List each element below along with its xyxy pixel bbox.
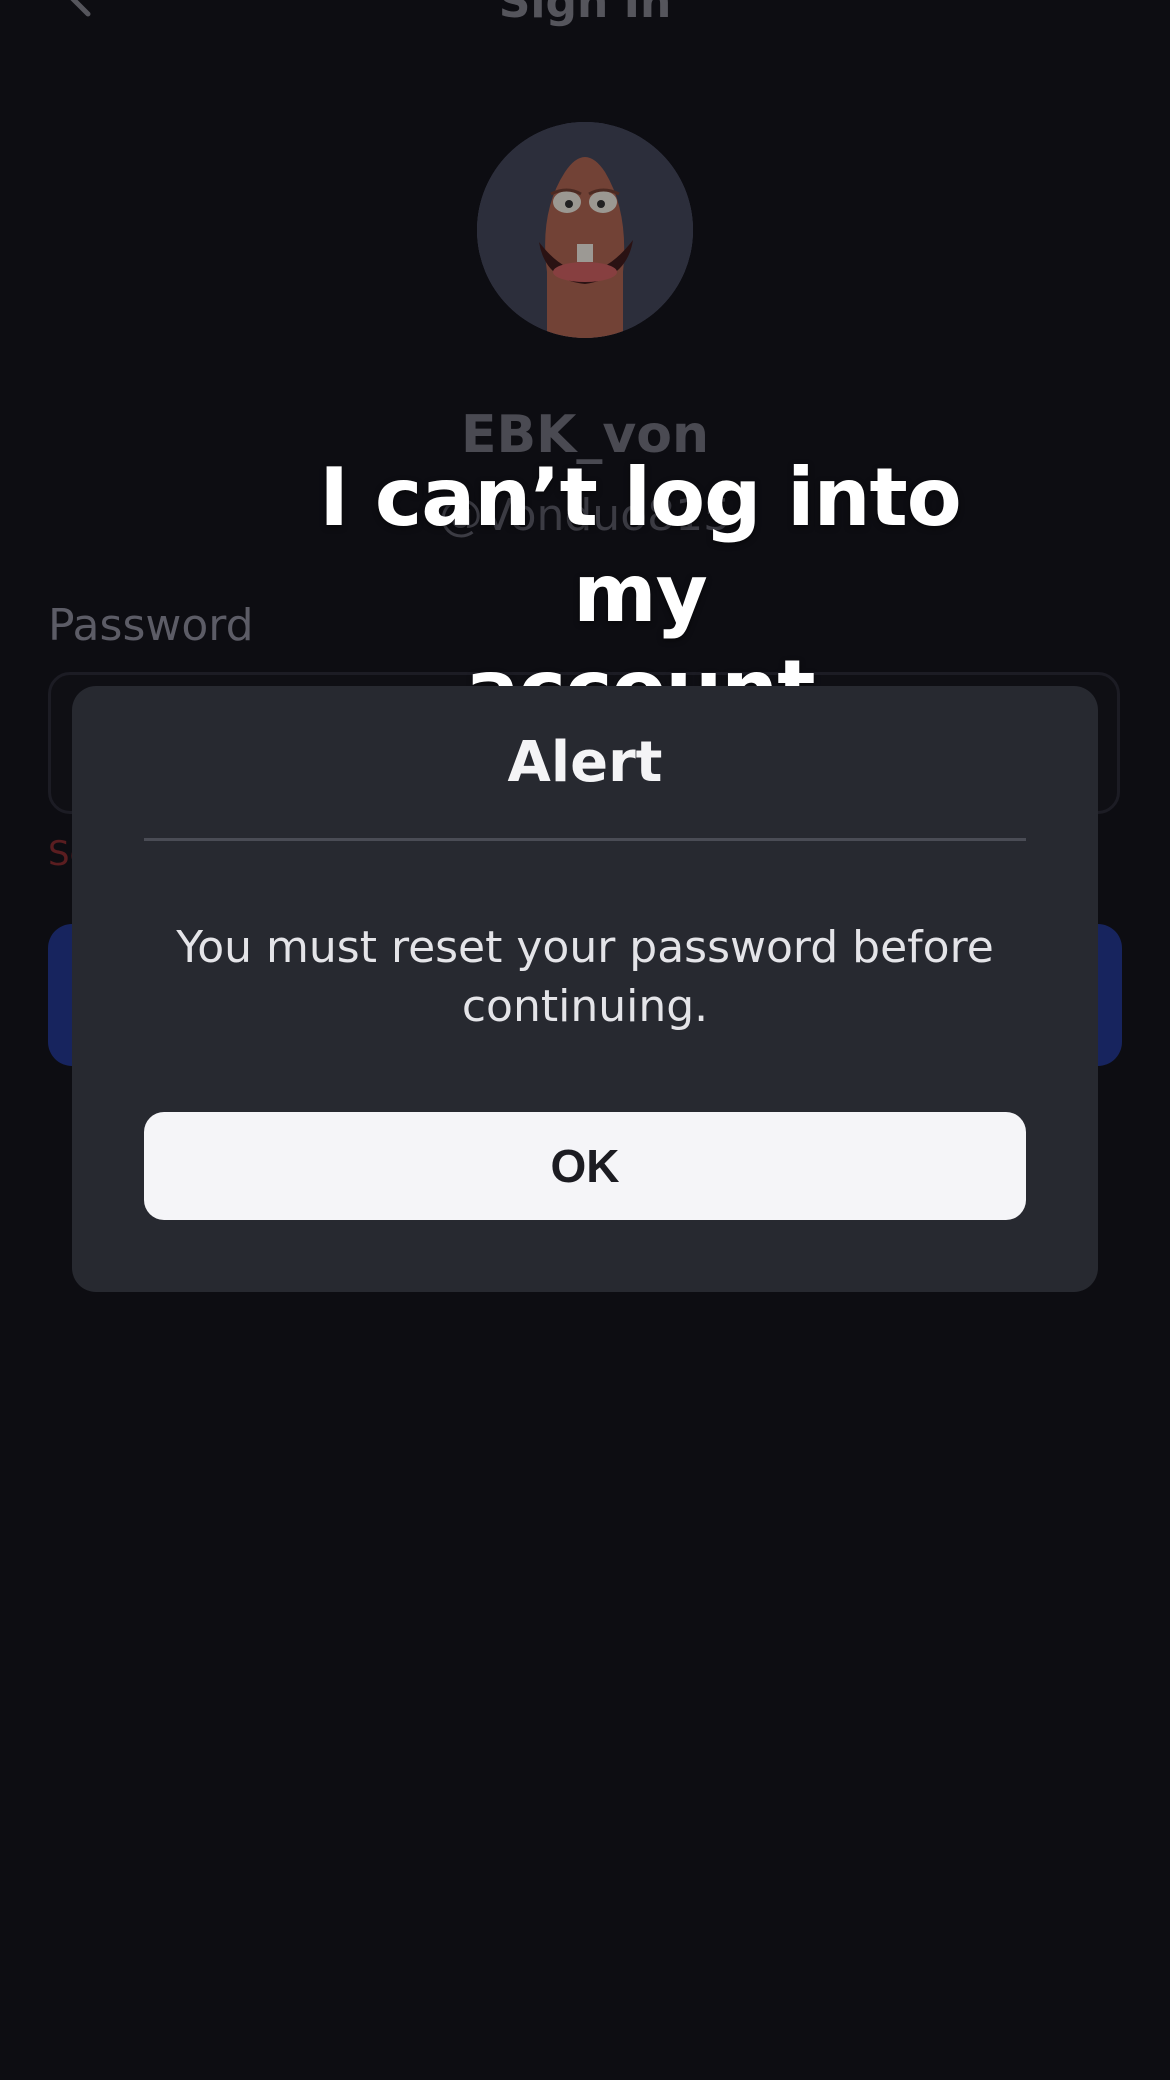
- caption-line-1: I can’t log into my: [319, 451, 962, 640]
- alert-dialog: Alert You must reset your password befor…: [72, 686, 1098, 1292]
- dialog-title: Alert: [507, 730, 663, 795]
- page-title: Sign In: [498, 0, 672, 28]
- dialog-message: You must reset your password before cont…: [176, 922, 994, 1032]
- ok-button[interactable]: OK: [144, 1112, 1026, 1220]
- avatar-image: [477, 122, 693, 338]
- avatar: [477, 122, 693, 338]
- password-label: Password: [48, 600, 254, 651]
- dialog-divider: [144, 838, 1026, 841]
